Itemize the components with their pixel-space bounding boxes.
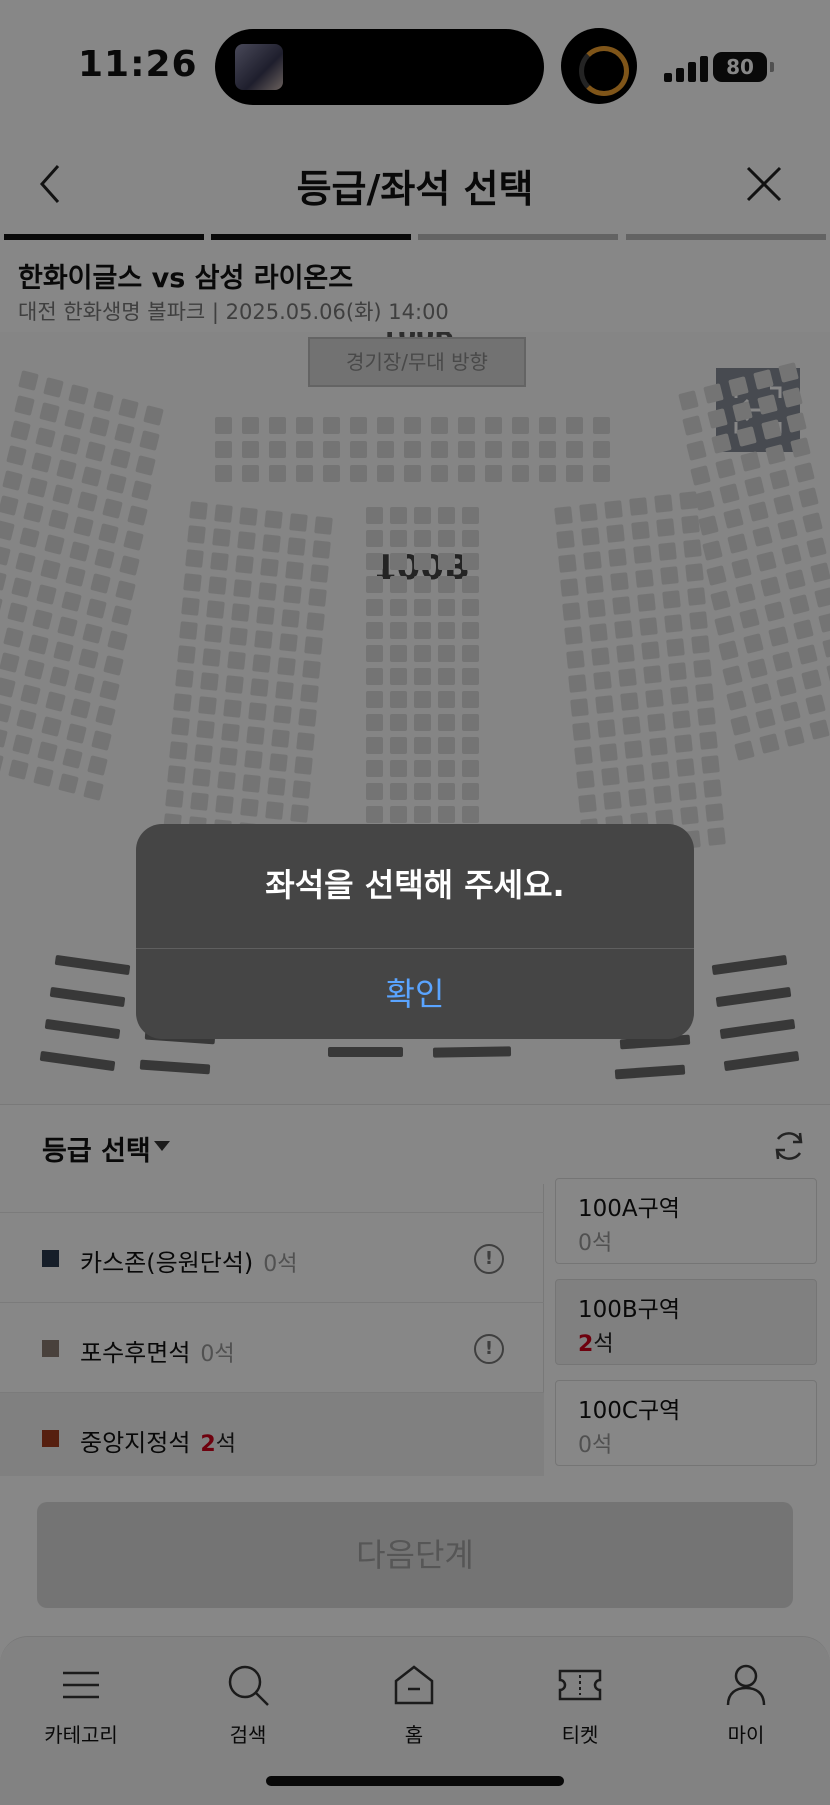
alert-message: 좌석을 선택해 주세요.: [265, 866, 565, 904]
alert-dialog: 좌석을 선택해 주세요. 확인: [136, 824, 694, 1039]
confirm-button[interactable]: 확인: [136, 949, 694, 1039]
